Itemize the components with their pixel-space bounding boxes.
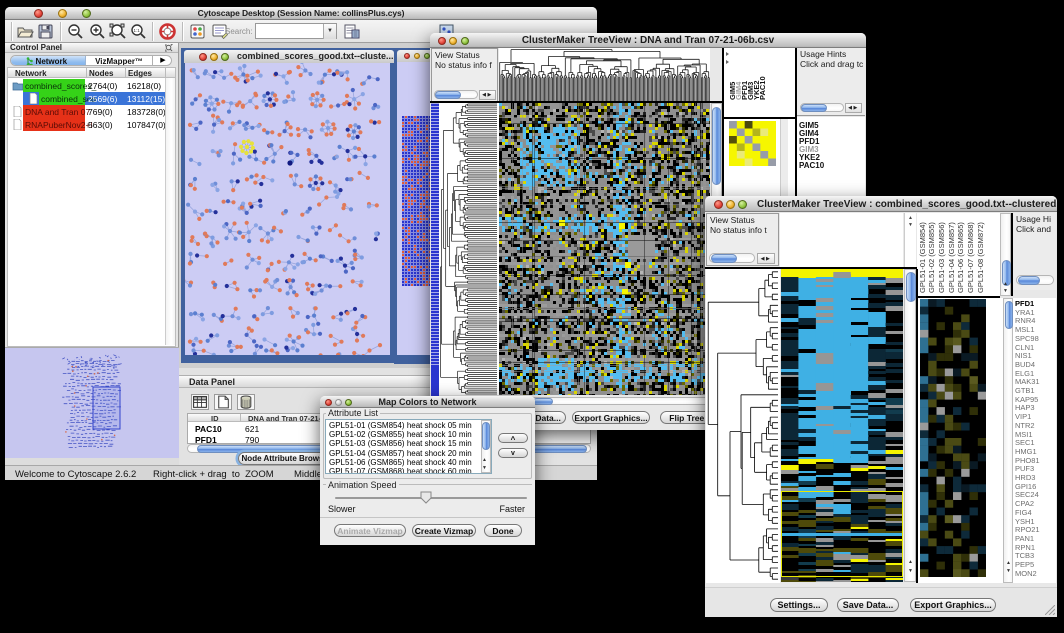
svg-text:GPL51-04 (GSM857): GPL51-04 (GSM857) — [947, 222, 956, 293]
svg-text:GPL51-07 (GSM868): GPL51-07 (GSM868) — [966, 222, 975, 293]
svg-text:GPL51-03 (GSM856): GPL51-03 (GSM856) — [937, 222, 946, 293]
svg-text:GPL51-01 (GSM854): GPL51-01 (GSM854) — [918, 222, 927, 293]
svg-text:GPL51-02 (GSM855): GPL51-02 (GSM855) — [927, 222, 936, 293]
svg-text:GPL51-06 (GSM865): GPL51-06 (GSM865) — [956, 222, 965, 293]
svg-text:1:1: 1:1 — [134, 28, 141, 33]
svg-text:GPL51-08 (GSM872): GPL51-08 (GSM872) — [976, 222, 985, 293]
svg-text:PAC10: PAC10 — [758, 76, 767, 100]
